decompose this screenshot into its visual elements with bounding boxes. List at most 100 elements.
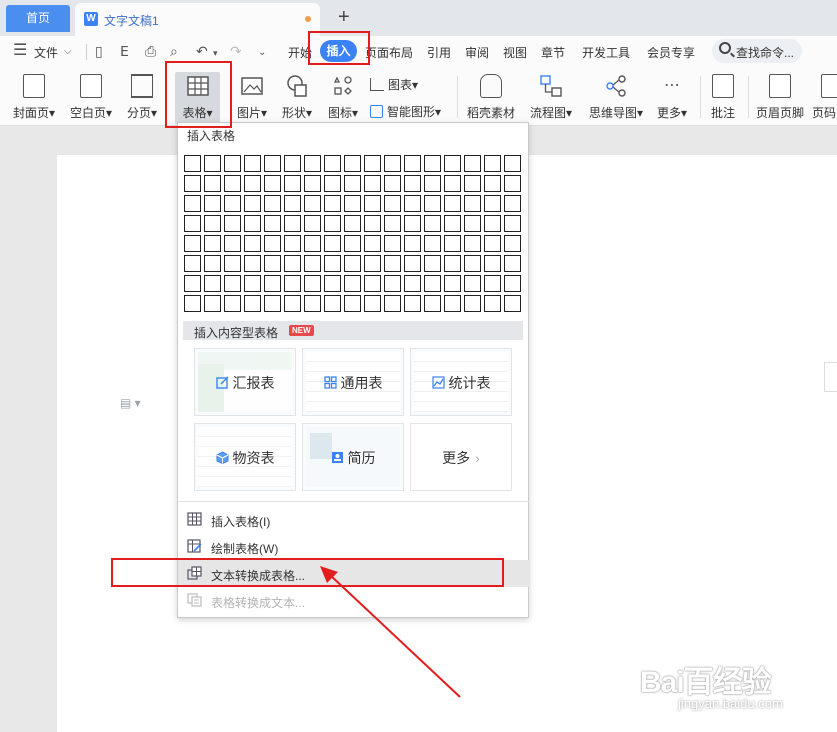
table-grid-cell[interactable] — [264, 235, 281, 252]
cover-page-button[interactable]: 封面页▾ — [8, 68, 60, 126]
table-grid-cell[interactable] — [304, 175, 321, 192]
save-icon[interactable]: ▯ — [95, 43, 103, 59]
table-grid-cell[interactable] — [444, 175, 461, 192]
table-grid-cell[interactable] — [384, 235, 401, 252]
table-grid-cell[interactable] — [444, 275, 461, 292]
table-grid-cell[interactable] — [184, 195, 201, 212]
table-grid-cell[interactable] — [404, 255, 421, 272]
table-grid-cell[interactable] — [504, 175, 521, 192]
table-grid-cell[interactable] — [284, 215, 301, 232]
table-grid-cell[interactable] — [424, 175, 441, 192]
table-grid-cell[interactable] — [464, 195, 481, 212]
tab-home[interactable]: 首页 — [6, 5, 70, 32]
table-grid-cell[interactable] — [404, 295, 421, 312]
table-grid-cell[interactable] — [464, 175, 481, 192]
table-grid-cell[interactable] — [444, 255, 461, 272]
print-preview-icon[interactable]: ⌕ — [170, 43, 178, 59]
table-grid-cell[interactable] — [264, 215, 281, 232]
table-grid-cell[interactable] — [444, 155, 461, 172]
table-grid-cell[interactable] — [324, 155, 341, 172]
menu-draw-table[interactable]: 绘制表格(W) — [178, 533, 530, 560]
table-grid-cell[interactable] — [304, 295, 321, 312]
table-grid-cell[interactable] — [504, 155, 521, 172]
table-grid-cell[interactable] — [424, 235, 441, 252]
table-grid-cell[interactable] — [184, 235, 201, 252]
table-grid-cell[interactable] — [204, 215, 221, 232]
table-grid-cell[interactable] — [224, 175, 241, 192]
template-statistics[interactable]: 统计表 — [410, 348, 512, 416]
table-grid-cell[interactable] — [404, 275, 421, 292]
table-grid-cell[interactable] — [224, 155, 241, 172]
table-grid-cell[interactable] — [304, 155, 321, 172]
tab-view[interactable]: 视图 — [503, 44, 527, 61]
print-icon[interactable]: ⎙ — [145, 43, 156, 59]
table-grid-cell[interactable] — [244, 175, 261, 192]
table-grid-cell[interactable] — [384, 215, 401, 232]
table-grid-cell[interactable] — [324, 295, 341, 312]
template-more[interactable]: 更多 › — [410, 423, 512, 491]
table-grid-cell[interactable] — [404, 195, 421, 212]
table-grid-cell[interactable] — [484, 215, 501, 232]
page-break-button[interactable]: 分页▾ — [122, 68, 162, 126]
table-grid-cell[interactable] — [304, 255, 321, 272]
table-grid-cell[interactable] — [504, 215, 521, 232]
table-grid-cell[interactable] — [344, 255, 361, 272]
table-grid-cell[interactable] — [264, 255, 281, 272]
table-grid-cell[interactable] — [484, 255, 501, 272]
tab-developer[interactable]: 开发工具 — [582, 44, 630, 61]
table-grid-cell[interactable] — [504, 195, 521, 212]
table-grid-cell[interactable] — [364, 155, 381, 172]
table-grid-cell[interactable] — [444, 215, 461, 232]
tab-document[interactable]: W 文字文稿1 — [75, 3, 320, 36]
table-grid-cell[interactable] — [264, 195, 281, 212]
tab-references[interactable]: 引用 — [427, 44, 451, 61]
table-grid-cell[interactable] — [244, 295, 261, 312]
table-grid-cell[interactable] — [224, 195, 241, 212]
table-grid-cell[interactable] — [224, 215, 241, 232]
table-grid-cell[interactable] — [404, 155, 421, 172]
table-grid-cell[interactable] — [244, 215, 261, 232]
table-grid-cell[interactable] — [244, 155, 261, 172]
template-materials[interactable]: 物资表 — [194, 423, 296, 491]
undo-icon[interactable]: ↶ — [196, 43, 208, 59]
table-size-grid[interactable] — [184, 155, 524, 317]
table-grid-cell[interactable] — [344, 275, 361, 292]
table-grid-cell[interactable] — [264, 175, 281, 192]
file-menu[interactable]: 文件 — [34, 44, 58, 61]
table-grid-cell[interactable] — [344, 155, 361, 172]
table-grid-cell[interactable] — [424, 195, 441, 212]
tab-chapter[interactable]: 章节 — [541, 44, 565, 61]
table-grid-cell[interactable] — [344, 175, 361, 192]
table-grid-cell[interactable] — [384, 175, 401, 192]
table-grid-cell[interactable] — [464, 235, 481, 252]
table-grid-cell[interactable] — [484, 195, 501, 212]
table-grid-cell[interactable] — [324, 235, 341, 252]
table-grid-cell[interactable] — [424, 295, 441, 312]
mind-map-button[interactable]: 思维导图▾ — [585, 68, 647, 126]
template-general[interactable]: 通用表 — [302, 348, 404, 416]
table-grid-cell[interactable] — [424, 215, 441, 232]
table-grid-cell[interactable] — [344, 235, 361, 252]
table-grid-cell[interactable] — [504, 235, 521, 252]
paragraph-handle-icon[interactable]: ▤ ▾ — [120, 396, 141, 410]
redo-icon[interactable]: ↷ — [230, 43, 242, 59]
table-grid-cell[interactable] — [184, 175, 201, 192]
table-grid-cell[interactable] — [364, 215, 381, 232]
table-grid-cell[interactable] — [484, 295, 501, 312]
smart-graphic-button[interactable]: 智能图形▾ — [370, 103, 441, 120]
table-grid-cell[interactable] — [324, 215, 341, 232]
table-grid-cell[interactable] — [324, 175, 341, 192]
quick-access-dropdown-icon[interactable]: ⌄ — [258, 45, 266, 61]
table-grid-cell[interactable] — [384, 155, 401, 172]
table-grid-cell[interactable] — [364, 235, 381, 252]
command-search[interactable]: 查找命令... — [712, 39, 802, 63]
table-grid-cell[interactable] — [184, 155, 201, 172]
table-grid-cell[interactable] — [424, 275, 441, 292]
table-grid-cell[interactable] — [464, 155, 481, 172]
table-grid-cell[interactable] — [484, 175, 501, 192]
table-grid-cell[interactable] — [244, 255, 261, 272]
table-grid-cell[interactable] — [204, 275, 221, 292]
table-grid-cell[interactable] — [284, 255, 301, 272]
table-grid-cell[interactable] — [284, 295, 301, 312]
table-grid-cell[interactable] — [284, 195, 301, 212]
